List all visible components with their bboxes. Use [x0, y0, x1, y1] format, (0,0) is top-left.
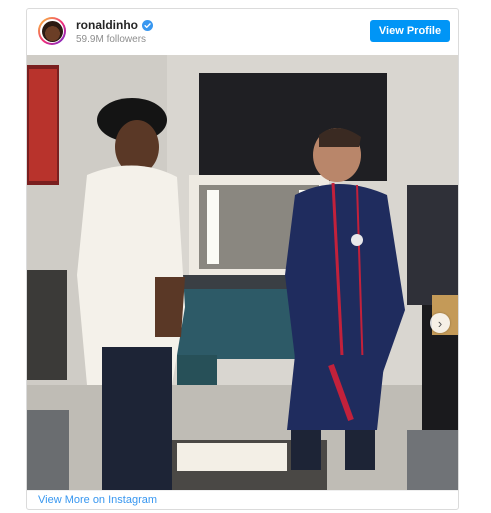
view-profile-button[interactable]: View Profile	[370, 20, 450, 42]
post-footer: View More on Instagram	[27, 490, 458, 509]
post-header: ronaldinho 59.9M followers View Profile	[27, 9, 458, 55]
follower-count: 59.9M followers	[76, 34, 147, 45]
post-photo[interactable]: ›	[27, 55, 458, 490]
verified-badge-icon	[142, 19, 153, 31]
username[interactable]: ronaldinho	[76, 18, 138, 32]
avatar-image	[41, 20, 63, 42]
profile-avatar[interactable]	[38, 17, 66, 45]
username-row: ronaldinho	[76, 18, 153, 32]
photo-scene	[27, 55, 458, 490]
view-more-link[interactable]: View More on Instagram	[38, 494, 157, 506]
carousel-next-icon[interactable]: ›	[430, 313, 450, 333]
instagram-embed: ronaldinho 59.9M followers View Profile	[26, 8, 459, 510]
